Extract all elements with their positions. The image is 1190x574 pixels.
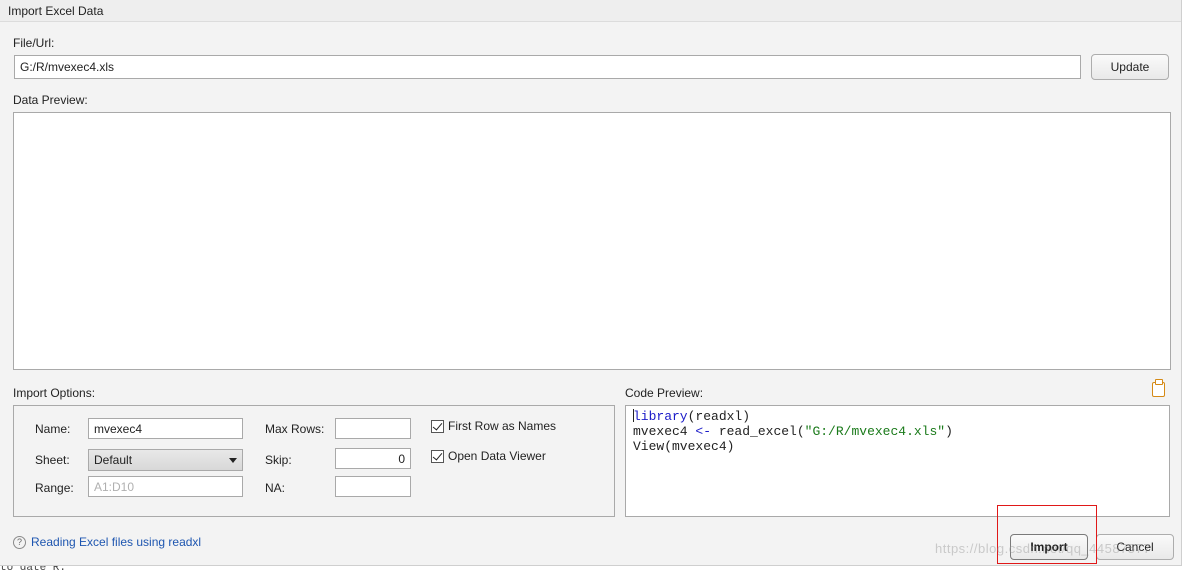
code-line-2-variable: mvexec4 (633, 424, 696, 439)
na-input[interactable] (335, 476, 411, 497)
name-label: Name: (35, 422, 71, 436)
range-input[interactable] (88, 476, 243, 497)
max-rows-label: Max Rows: (265, 422, 325, 436)
copy-to-clipboard-icon[interactable] (1152, 379, 1165, 397)
first-row-as-names-checkbox[interactable]: First Row as Names (431, 419, 556, 433)
code-line-1-function: library (633, 409, 688, 424)
code-line-3: View(mvexec4) (633, 439, 735, 454)
dialog-title: Import Excel Data (0, 0, 1181, 22)
code-preview-label: Code Preview: (625, 386, 704, 400)
max-rows-input[interactable] (335, 418, 411, 439)
checkbox-check-icon (431, 419, 444, 433)
readxl-help-link[interactable]: Reading Excel files using readxl (31, 535, 201, 549)
help-link-row[interactable]: ? Reading Excel files using readxl (13, 535, 201, 549)
open-data-viewer-label: Open Data Viewer (448, 449, 546, 463)
sheet-select[interactable]: Default (88, 449, 243, 471)
code-line-2-operator: <- (695, 424, 712, 439)
import-options-label: Import Options: (13, 386, 96, 400)
sheet-label: Sheet: (35, 453, 70, 467)
chevron-down-icon (229, 457, 237, 463)
data-preview-label: Data Preview: (13, 93, 88, 107)
skip-label: Skip: (265, 453, 292, 467)
background-window-edge (1182, 0, 1190, 570)
import-options-panel: Name: Sheet: Default Range: Max Rows: Sk… (13, 405, 615, 517)
checkbox-check-icon (431, 449, 444, 463)
import-excel-dialog: Import Excel Data File/Url: Update Data … (0, 0, 1182, 566)
sheet-selected-value: Default (94, 453, 133, 467)
watermark: https://blog.csdn.net/qq_44587577 (935, 541, 1151, 556)
data-preview-panel[interactable] (13, 112, 1171, 370)
help-icon: ? (13, 535, 26, 549)
name-input[interactable] (88, 418, 243, 439)
code-preview-editor[interactable]: library(readxl) mvexec4 <- read_excel("G… (625, 405, 1170, 517)
code-line-2-string: "G:/R/mvexec4.xls" (804, 424, 946, 439)
na-label: NA: (265, 481, 286, 495)
file-url-input[interactable] (14, 55, 1081, 79)
skip-input[interactable] (335, 448, 411, 469)
open-data-viewer-checkbox[interactable]: Open Data Viewer (431, 449, 546, 463)
first-row-as-names-label: First Row as Names (448, 419, 557, 433)
code-line-1-args: (readxl) (687, 409, 751, 424)
code-line-2-function: read_excel( (711, 424, 805, 439)
file-url-label: File/Url: (13, 36, 55, 50)
range-label: Range: (35, 481, 74, 495)
update-button[interactable]: Update (1091, 54, 1169, 80)
code-line-2-end: ) (945, 424, 953, 439)
